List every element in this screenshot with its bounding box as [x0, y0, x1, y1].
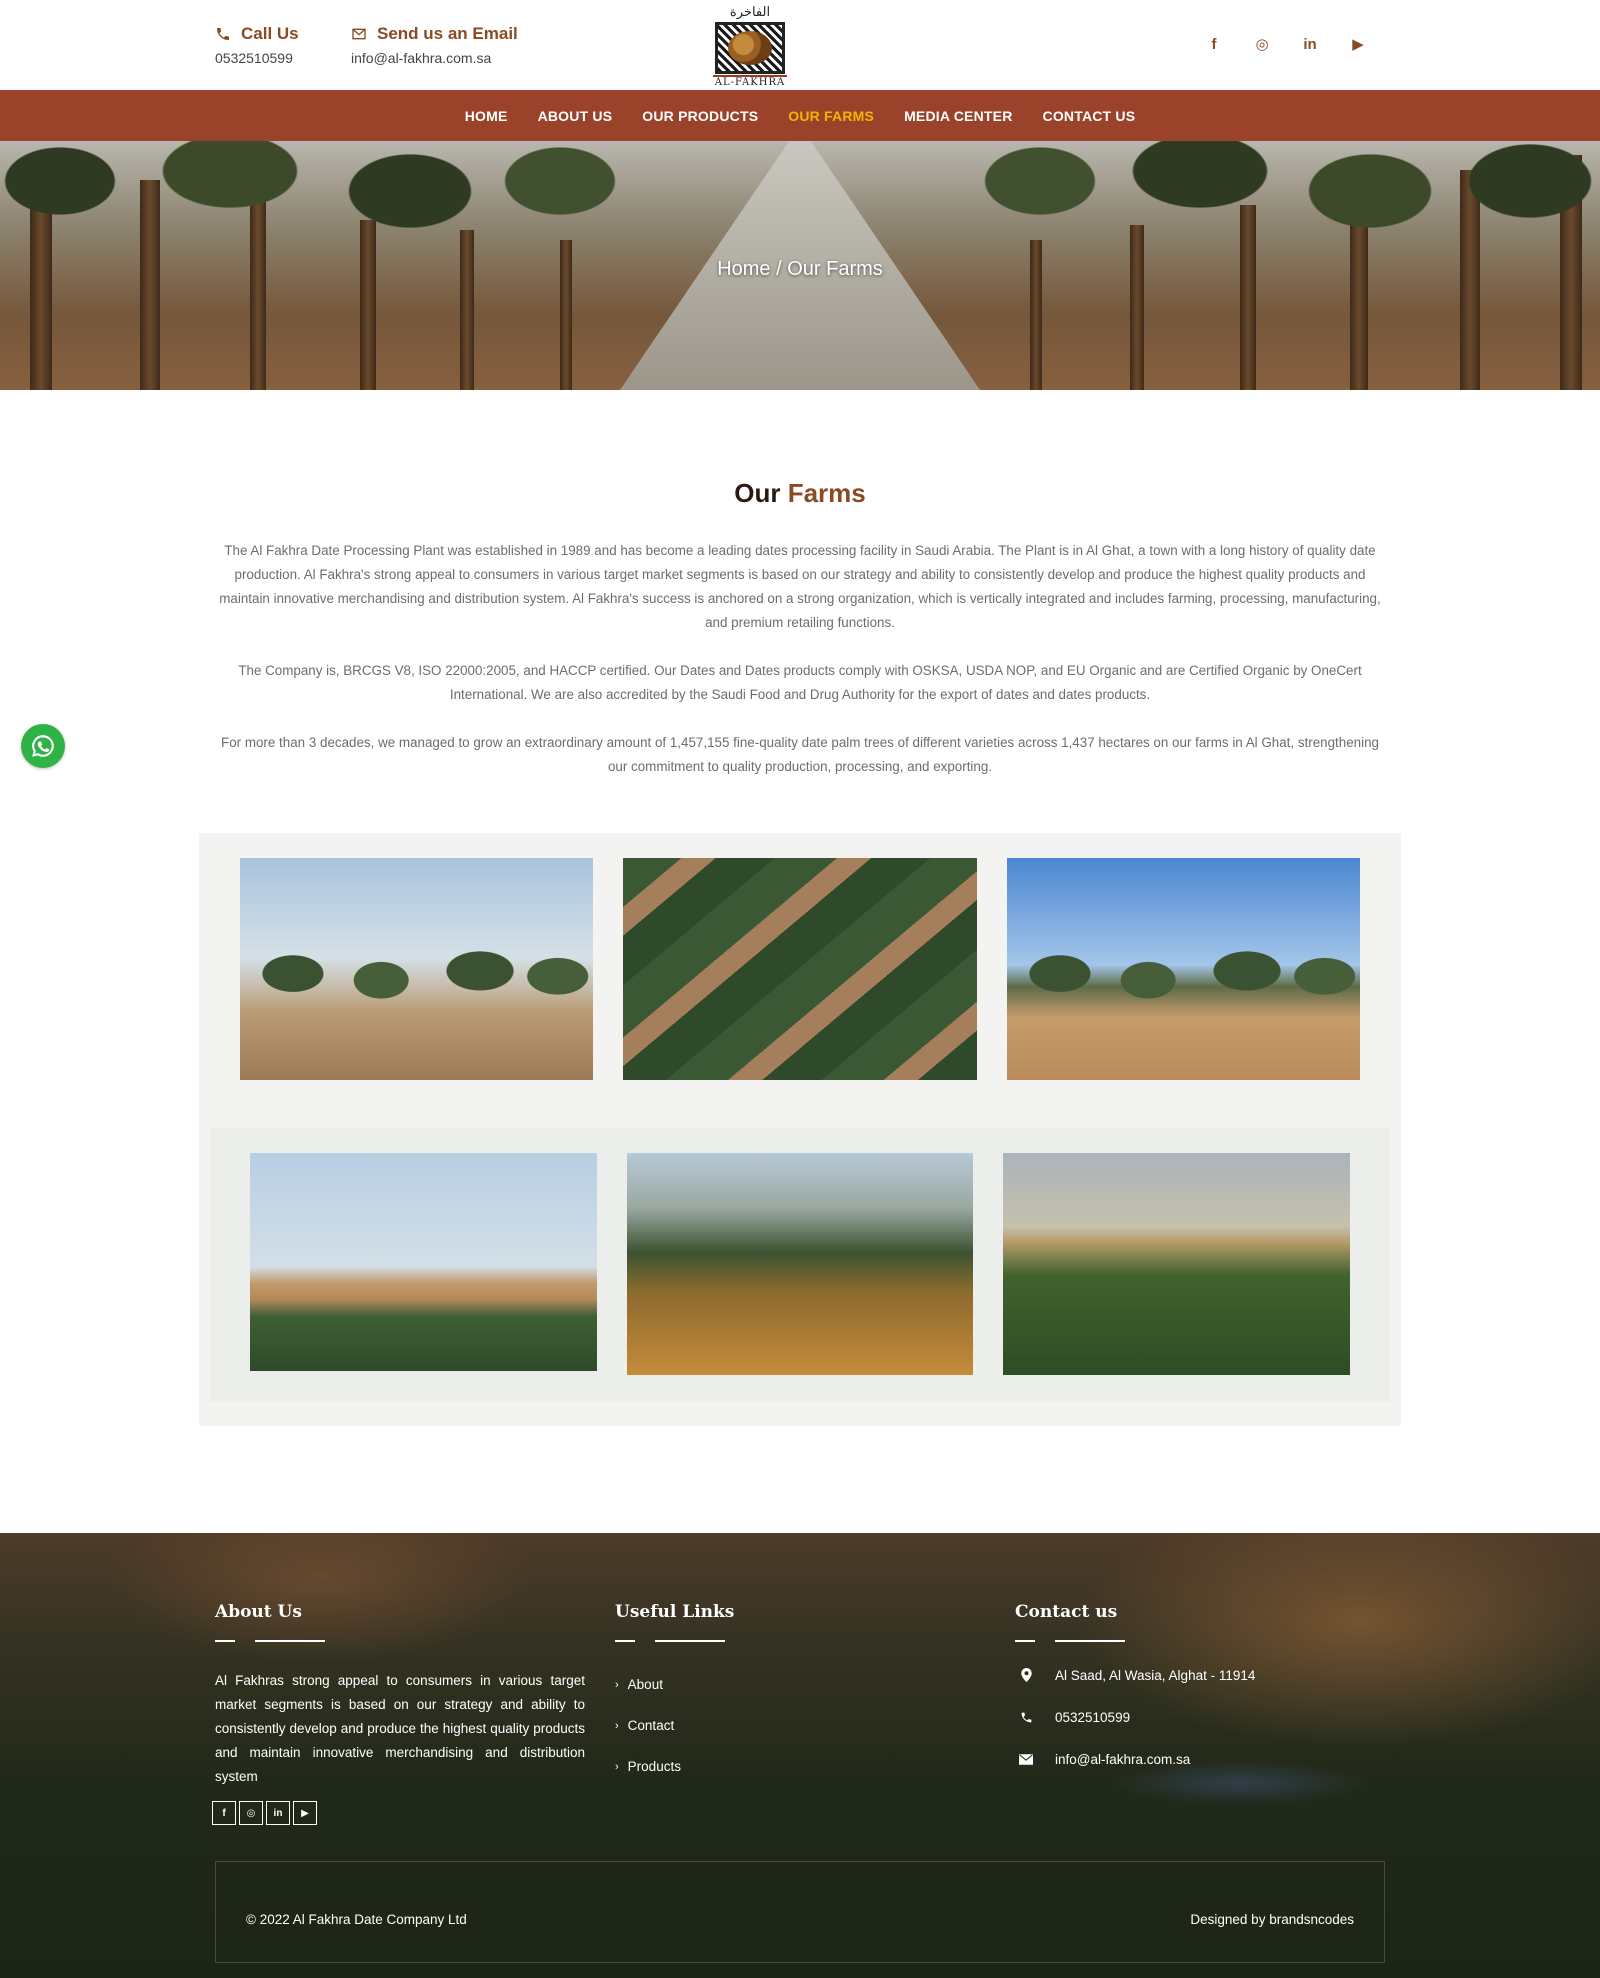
gallery-photo-date-palm[interactable] [1007, 858, 1360, 1080]
hero-banner: Home / Our Farms [0, 141, 1600, 390]
footer-email[interactable]: info@al-fakhra.com.sa [1015, 1750, 1385, 1768]
page-title-accent: Farms [787, 478, 866, 508]
call-us-label: Call Us [241, 24, 299, 43]
nav-our-products[interactable]: OUR PRODUCTS [642, 108, 758, 124]
chevron-right-icon: › [615, 1678, 619, 1691]
hero-palm-canopy [0, 141, 1600, 251]
footer-about-title: About Us [215, 1602, 302, 1622]
intro-paragraph: The Company is, BRCGS V8, ISO 22000:2005… [238, 663, 1362, 702]
brand-logo[interactable]: الفاخرة AL-FAKHRA [713, 5, 787, 89]
top-header: Call Us 0532510599 Send us an Email info… [0, 0, 1600, 90]
call-us-heading: Call Us [215, 24, 299, 44]
photo-trees [240, 946, 593, 1080]
page-title: Our Farms [0, 478, 1600, 509]
title-underline [215, 1640, 325, 1642]
whatsapp-icon [32, 735, 54, 757]
footer-link-contact[interactable]: › Contact [615, 1717, 915, 1734]
footer-social-links: f ◎ in ▶ [212, 1801, 585, 1825]
phone-icon [1015, 1711, 1037, 1724]
footer-about-text: Al Fakhras strong appeal to consumers in… [215, 1673, 585, 1784]
gallery-photo-palm-grove[interactable] [240, 858, 593, 1080]
youtube-icon[interactable]: ▶ [1344, 30, 1372, 58]
title-underline [615, 1640, 725, 1642]
footer-contact: Contact us Al Saad, Al Wasia, Alghat - 1… [1015, 1602, 1385, 1792]
phone-icon [217, 28, 229, 40]
footer-phone[interactable]: 0532510599 [1015, 1708, 1385, 1726]
title-underline [1015, 1640, 1125, 1642]
copyright-text: © 2022 Al Fakhra Date Company Ltd [246, 1912, 467, 1927]
main-nav: HOME ABOUT US OUR PRODUCTS OUR FARMS MED… [0, 90, 1600, 141]
email-label: Send us an Email [377, 24, 518, 43]
facebook-icon[interactable]: f [1200, 30, 1228, 58]
nav-contact-us[interactable]: CONTACT US [1043, 108, 1136, 124]
page-title-plain: Our [734, 478, 781, 508]
intro-paragraph: The Al Fakhra Date Processing Plant was … [219, 543, 1381, 630]
footer-bottom-bar: © 2022 Al Fakhra Date Company Ltd Design… [215, 1861, 1385, 1963]
site-footer: About Us Al Fakhras strong appeal to con… [0, 1533, 1600, 1978]
instagram-icon[interactable]: ◎ [1248, 30, 1276, 58]
intro-paragraph: For more than 3 decades, we managed to g… [221, 735, 1379, 774]
header-social-links: f ◎ in ▶ [1200, 30, 1372, 58]
nav-our-farms[interactable]: OUR FARMS [788, 108, 874, 124]
nav-media-center[interactable]: MEDIA CENTER [904, 108, 1012, 124]
footer-about: About Us Al Fakhras strong appeal to con… [212, 1602, 585, 1825]
chevron-right-icon: › [615, 1719, 619, 1732]
nav-home[interactable]: HOME [465, 108, 508, 124]
call-us-block[interactable]: Call Us 0532510599 [215, 24, 299, 66]
email-address[interactable]: info@al-fakhra.com.sa [351, 50, 518, 66]
instagram-icon[interactable]: ◎ [239, 1801, 263, 1825]
gallery-photo-aerial-farm[interactable] [1003, 1153, 1350, 1375]
footer-links-list: › About › Contact › Products [615, 1676, 915, 1775]
footer-contact-list: Al Saad, Al Wasia, Alghat - 11914 053251… [1015, 1666, 1385, 1768]
footer-link-label: About [627, 1677, 663, 1692]
footer-phone-text: 0532510599 [1055, 1709, 1131, 1725]
gallery-photo-aerial-palms[interactable] [623, 858, 977, 1080]
footer-email-text: info@al-fakhra.com.sa [1055, 1751, 1191, 1767]
whatsapp-button[interactable] [21, 724, 65, 768]
hero-palm-trunk [460, 230, 474, 390]
linkedin-icon[interactable]: in [266, 1801, 290, 1825]
linkedin-icon[interactable]: in [1296, 30, 1324, 58]
gallery-photo-dirt-road[interactable] [627, 1153, 973, 1375]
footer-link-products[interactable]: › Products [615, 1758, 915, 1775]
footer-address: Al Saad, Al Wasia, Alghat - 11914 [1015, 1666, 1385, 1684]
breadcrumb[interactable]: Home / Our Farms [0, 258, 1600, 281]
envelope-icon [1015, 1753, 1037, 1765]
footer-link-about[interactable]: › About [615, 1676, 915, 1693]
chevron-right-icon: › [615, 1760, 619, 1773]
logo-english-text: AL-FAKHRA [713, 75, 787, 88]
footer-link-label: Contact [627, 1718, 675, 1733]
designed-by-text[interactable]: Designed by brandsncodes [1190, 1912, 1354, 1927]
footer-useful-links: Useful Links › About › Contact › Products [615, 1602, 915, 1799]
call-us-number[interactable]: 0532510599 [215, 50, 299, 66]
email-heading: Send us an Email [351, 24, 518, 44]
map-pin-icon [1015, 1668, 1037, 1682]
youtube-icon[interactable]: ▶ [293, 1801, 317, 1825]
logo-arabic-text: الفاخرة [729, 5, 771, 20]
gallery-photo-valley-farm[interactable] [250, 1153, 597, 1371]
email-block[interactable]: Send us an Email info@al-fakhra.com.sa [351, 24, 518, 66]
facebook-icon[interactable]: f [212, 1801, 236, 1825]
envelope-icon [352, 28, 366, 40]
footer-contact-title: Contact us [1015, 1602, 1118, 1622]
nav-about-us[interactable]: ABOUT US [538, 108, 613, 124]
logo-emblem [715, 22, 785, 74]
footer-link-label: Products [627, 1759, 681, 1774]
footer-links-title: Useful Links [615, 1602, 735, 1622]
footer-address-text: Al Saad, Al Wasia, Alghat - 11914 [1055, 1667, 1256, 1683]
photo-trees [1007, 946, 1360, 1080]
